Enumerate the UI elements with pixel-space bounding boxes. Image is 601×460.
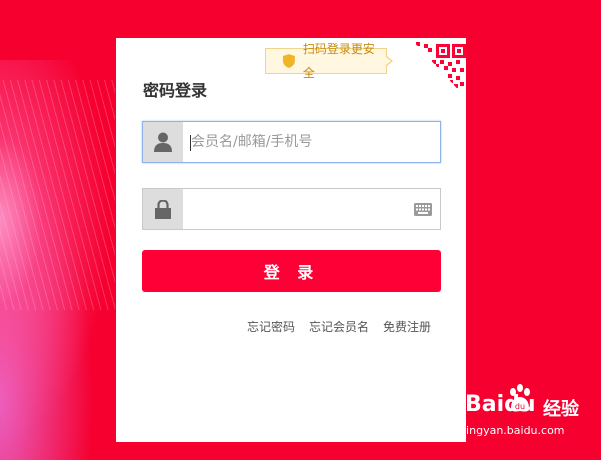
password-input[interactable] (191, 189, 411, 229)
keyboard-icon[interactable] (414, 203, 432, 216)
svg-text:du: du (515, 402, 525, 411)
login-button[interactable]: 登 录 (142, 250, 441, 292)
watermark-product: 经验 (543, 399, 579, 420)
account-links: 忘记密码 忘记会员名 免费注册 (247, 318, 431, 335)
shield-icon (283, 54, 295, 68)
password-field[interactable] (142, 188, 441, 230)
baidu-jingyan-watermark: Baidu du 经验 jingyan.baidu.com (455, 384, 601, 452)
login-panel: 扫码登录更安全 密码登录 会员名/邮箱/手机号 登 录 忘记密码 忘记会员名 免… (116, 38, 466, 442)
qr-login-tip-text: 扫码登录更安全 (302, 42, 375, 80)
forgot-password-link[interactable]: 忘记密码 (247, 318, 295, 335)
username-input[interactable] (191, 122, 411, 162)
login-title: 密码登录 (143, 81, 208, 100)
lock-icon (143, 189, 183, 229)
paw-icon: du (510, 384, 530, 412)
watermark-url: jingyan.baidu.com (463, 424, 565, 437)
user-icon (143, 122, 183, 162)
forgot-username-link[interactable]: 忘记会员名 (309, 318, 369, 335)
register-link[interactable]: 免费注册 (383, 318, 431, 335)
username-field[interactable] (142, 121, 441, 163)
background-streaks (0, 80, 115, 310)
qr-code-icon[interactable] (410, 38, 466, 98)
qr-login-tip: 扫码登录更安全 (265, 42, 393, 80)
